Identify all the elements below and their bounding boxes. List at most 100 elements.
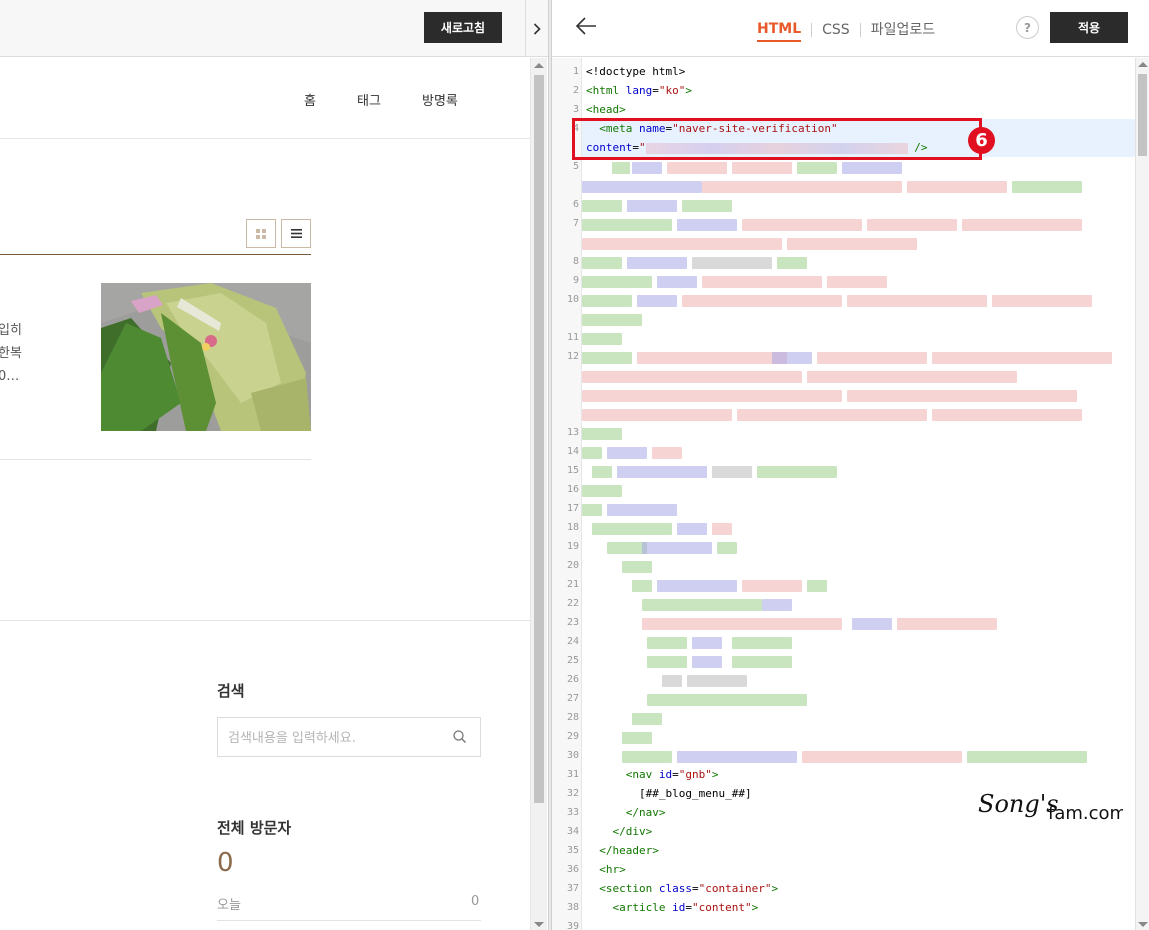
- watermark-script: Song's: [978, 790, 1059, 818]
- tab-separator: [811, 23, 813, 37]
- redacted-code-block: [772, 352, 812, 364]
- redacted-code-block: [827, 276, 887, 288]
- redacted-code-block: [712, 523, 732, 535]
- code-line-34[interactable]: </div>: [586, 825, 652, 838]
- line-number: 29: [566, 731, 579, 742]
- arrow-left-icon[interactable]: [574, 14, 598, 38]
- code-line-37[interactable]: <section class="container">: [586, 882, 778, 895]
- annotation-highlight-box: [572, 118, 982, 160]
- redacted-code-block: [582, 504, 602, 516]
- line-number: 2: [572, 85, 579, 96]
- scrollbar-thumb[interactable]: [534, 75, 544, 803]
- search-box[interactable]: [217, 717, 481, 757]
- nav-tag[interactable]: 태그: [357, 90, 381, 109]
- code-line-2[interactable]: <html lang="ko">: [586, 84, 692, 97]
- scroll-down-arrow-icon[interactable]: [534, 922, 544, 927]
- nav-guestbook[interactable]: 방명록: [422, 90, 458, 109]
- code-line-35[interactable]: </header>: [586, 844, 659, 857]
- redacted-code-block: [907, 181, 1007, 193]
- code-token: "gnb": [678, 768, 712, 781]
- nav-home[interactable]: 홈: [304, 90, 316, 109]
- redacted-code-block: [762, 599, 792, 611]
- redacted-code-block: [662, 675, 682, 687]
- code-token: <hr>: [586, 863, 626, 876]
- collapse-preview-button[interactable]: [525, 0, 548, 57]
- redacted-code-block: [732, 637, 792, 649]
- redacted-code-block: [582, 181, 702, 193]
- search-icon[interactable]: [452, 729, 468, 745]
- list-view-button[interactable]: [281, 219, 311, 248]
- redacted-code-block: [677, 751, 797, 763]
- hanbok-photo: [101, 283, 311, 431]
- line-number: 13: [566, 427, 579, 438]
- post-thumbnail[interactable]: [101, 283, 311, 431]
- redacted-code-block: [692, 656, 722, 668]
- code-token: "container": [698, 882, 772, 895]
- editor-scrollbar[interactable]: [1135, 58, 1149, 930]
- line-number: 23: [566, 617, 579, 628]
- preview-pane: 새로고침 홈 태그 방명록 입히 한복 0… 검색 검색내용을 입력하세요. 전…: [0, 0, 548, 930]
- line-number: 38: [566, 902, 579, 913]
- redacted-code-block: [702, 181, 902, 193]
- redacted-code-block: [647, 637, 687, 649]
- line-number: 24: [566, 636, 579, 647]
- redacted-code-block: [682, 200, 732, 212]
- line-number: 35: [566, 845, 579, 856]
- line-number: 31: [566, 769, 579, 780]
- redacted-code-block: [807, 371, 1017, 383]
- code-line-33[interactable]: </nav>: [586, 806, 666, 819]
- line-number: 18: [566, 522, 579, 533]
- scroll-down-arrow-icon[interactable]: [1138, 922, 1148, 927]
- refresh-button[interactable]: 새로고침: [424, 12, 502, 43]
- code-line-31[interactable]: <nav id="gnb">: [586, 768, 719, 781]
- redacted-code-block: [592, 523, 672, 535]
- editor-tabs: HTML CSS 파일업로드: [757, 19, 935, 42]
- code-token: <head>: [586, 103, 626, 116]
- redacted-code-block: [652, 447, 682, 459]
- code-line-36[interactable]: <hr>: [586, 863, 626, 876]
- apply-button[interactable]: 적용: [1050, 12, 1128, 43]
- redacted-code-block: [732, 162, 792, 174]
- visitors-total: 0: [217, 848, 234, 878]
- scrollbar-thumb[interactable]: [1138, 74, 1147, 156]
- code-token: >: [751, 901, 759, 914]
- redacted-code-block: [582, 314, 642, 326]
- code-token: <article: [586, 901, 673, 914]
- scroll-up-arrow-icon[interactable]: [1138, 62, 1148, 67]
- post-excerpt[interactable]: 입히 한복 0…: [0, 319, 30, 388]
- line-number: 11: [566, 332, 579, 343]
- code-line-32[interactable]: [##_blog_menu_##]: [586, 787, 752, 800]
- search-input[interactable]: [228, 728, 438, 748]
- redacted-code-block: [642, 618, 842, 630]
- tab-html[interactable]: HTML: [757, 19, 802, 42]
- line-number: 17: [566, 503, 579, 514]
- redacted-code-block: [632, 162, 662, 174]
- tab-css[interactable]: CSS: [822, 20, 850, 40]
- line-number: 34: [566, 826, 579, 837]
- scroll-up-arrow-icon[interactable]: [534, 63, 544, 68]
- redacted-code-block: [582, 295, 632, 307]
- line-number: 16: [566, 484, 579, 495]
- redacted-code-block: [732, 656, 792, 668]
- code-text: <!doctype html>: [586, 65, 686, 78]
- code-line-3[interactable]: <head>: [586, 103, 626, 116]
- redacted-code-block: [687, 675, 747, 687]
- preview-scrollbar[interactable]: [530, 58, 547, 930]
- line-number: 9: [572, 275, 579, 286]
- code-token: class: [658, 882, 692, 895]
- redacted-code-block: [967, 751, 1087, 763]
- chevron-right-icon: [533, 22, 541, 35]
- redacted-code-block: [657, 580, 737, 592]
- excerpt-line: 0…: [0, 369, 20, 384]
- redacted-code-block: [607, 542, 647, 554]
- code-editor[interactable]: 1 2 3 4 5 6 7 8 9 10 11 12 13 14 15 16 17 18 19 20 21 22 23 24 2…: [552, 58, 1149, 930]
- tab-file-upload[interactable]: 파일업로드: [871, 20, 935, 40]
- line-number: 10: [566, 294, 579, 305]
- grid-view-button[interactable]: [246, 219, 276, 248]
- code-line-38[interactable]: <article id="content">: [586, 901, 758, 914]
- help-button[interactable]: ?: [1016, 16, 1039, 39]
- redacted-code-block: [637, 295, 677, 307]
- search-widget-title: 검색: [217, 682, 245, 700]
- code-line-1[interactable]: <!doctype html>: [586, 65, 685, 78]
- redacted-code-block: [582, 238, 782, 250]
